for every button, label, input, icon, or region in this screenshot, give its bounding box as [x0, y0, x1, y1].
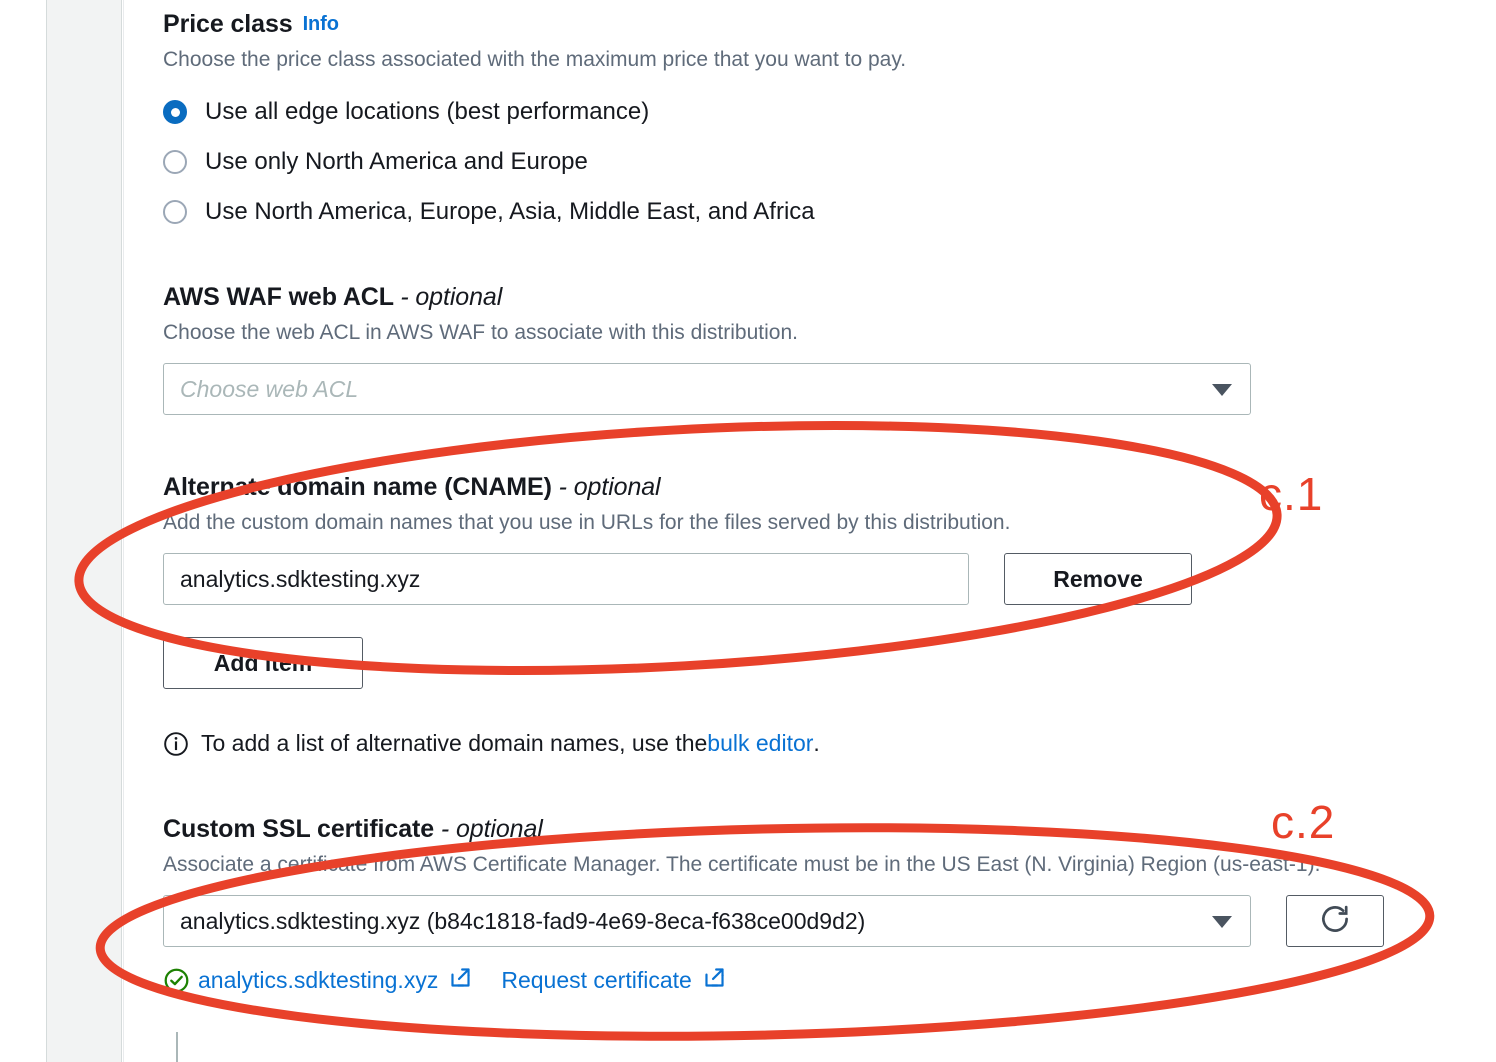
custom-ssl-label-text: Custom SSL certificate — [163, 815, 435, 843]
bulk-editor-note-prefix: To add a list of alternative domain name… — [201, 730, 708, 757]
custom-ssl-description: Associate a certificate from AWS Certifi… — [163, 852, 1321, 876]
annotation-label-c2: c.2 — [1271, 796, 1336, 848]
chevron-down-icon[interactable] — [1212, 916, 1232, 929]
aws-waf-label-text: AWS WAF web ACL — [163, 283, 394, 311]
custom-ssl-certificate-label: Custom SSL certificate - optional — [163, 815, 1463, 844]
web-acl-select-placeholder: Choose web ACL — [180, 375, 359, 402]
refresh-certificates-button[interactable] — [1286, 895, 1384, 948]
aws-waf-optional-suffix: - optional — [400, 283, 503, 311]
request-certificate-link[interactable]: Request certificate — [501, 965, 726, 996]
certificate-domain-link[interactable]: analytics.sdktesting.xyz — [198, 965, 473, 996]
chevron-down-icon[interactable] — [1212, 384, 1232, 397]
radio-indicator[interactable] — [163, 150, 187, 175]
remove-button[interactable]: Remove — [1004, 553, 1192, 606]
left-navigation-rail — [46, 0, 122, 1062]
radio-option-na-eu-asia-me-africa[interactable]: Use North America, Europe, Asia, Middle … — [163, 187, 1263, 237]
next-field-top-edge — [176, 1032, 178, 1062]
price-class-label: Price class Info — [163, 10, 1263, 39]
radio-indicator[interactable] — [163, 200, 187, 225]
price-class-label-text: Price class — [163, 10, 293, 38]
radio-option-north-america-europe[interactable]: Use only North America and Europe — [163, 137, 1263, 187]
cloudfront-distribution-settings-screenshot: Price class Info Choose the price class a… — [0, 0, 1496, 1062]
external-link-icon — [438, 965, 473, 996]
price-class-description: Choose the price class associated with t… — [163, 47, 907, 71]
success-check-circle-icon — [163, 967, 190, 994]
ssl-certificate-selected-value: analytics.sdktesting.xyz (b84c1818-fad9-… — [180, 907, 866, 934]
certificate-domain-link-label: analytics.sdktesting.xyz — [198, 967, 439, 994]
alternate-domain-label-text: Alternate domain name (CNAME) — [163, 473, 552, 501]
radio-label: Use all edge locations (best performance… — [205, 98, 650, 126]
bulk-editor-note-suffix: . — [813, 730, 820, 757]
alternate-domain-description: Add the custom domain names that you use… — [163, 510, 1011, 534]
refresh-icon — [1318, 902, 1352, 941]
alternate-domain-name-input[interactable]: analytics.sdktesting.xyz — [163, 553, 969, 606]
radio-option-all-edge-locations[interactable]: Use all edge locations (best performance… — [163, 87, 1263, 137]
alternate-domain-name-section: Alternate domain name (CNAME) - optional… — [163, 473, 1263, 757]
aws-waf-description: Choose the web ACL in AWS WAF to associa… — [163, 320, 798, 344]
add-item-button[interactable]: Add item — [163, 637, 363, 690]
request-certificate-link-label: Request certificate — [501, 967, 692, 994]
content-divider — [123, 0, 124, 1062]
ssl-certificate-select[interactable]: analytics.sdktesting.xyz (b84c1818-fad9-… — [163, 895, 1251, 948]
alternate-domain-name-label: Alternate domain name (CNAME) - optional — [163, 473, 1263, 502]
radio-label: Use only North America and Europe — [205, 148, 588, 176]
price-class-info-link[interactable]: Info — [303, 13, 339, 35]
custom-ssl-certificate-section: Custom SSL certificate - optional Associ… — [163, 815, 1463, 996]
bulk-editor-link[interactable]: bulk editor — [707, 730, 813, 757]
custom-ssl-optional-suffix: - optional — [440, 815, 543, 843]
annotation-label-c1: c.1 — [1259, 468, 1324, 520]
info-circle-icon — [163, 731, 189, 757]
web-acl-select[interactable]: Choose web ACL — [163, 363, 1251, 416]
price-class-section: Price class Info Choose the price class a… — [163, 10, 1263, 237]
certificate-links-row: analytics.sdktesting.xyz Request certifi… — [163, 965, 1463, 996]
aws-waf-web-acl-label: AWS WAF web ACL - optional — [163, 283, 1251, 312]
bulk-editor-note: To add a list of alternative domain name… — [163, 730, 1263, 757]
external-link-icon — [692, 965, 727, 996]
aws-waf-web-acl-section: AWS WAF web ACL - optional Choose the we… — [163, 283, 1251, 416]
radio-indicator[interactable] — [163, 100, 187, 125]
radio-label: Use North America, Europe, Asia, Middle … — [205, 198, 815, 226]
alternate-domain-optional-suffix: - optional — [558, 473, 661, 501]
